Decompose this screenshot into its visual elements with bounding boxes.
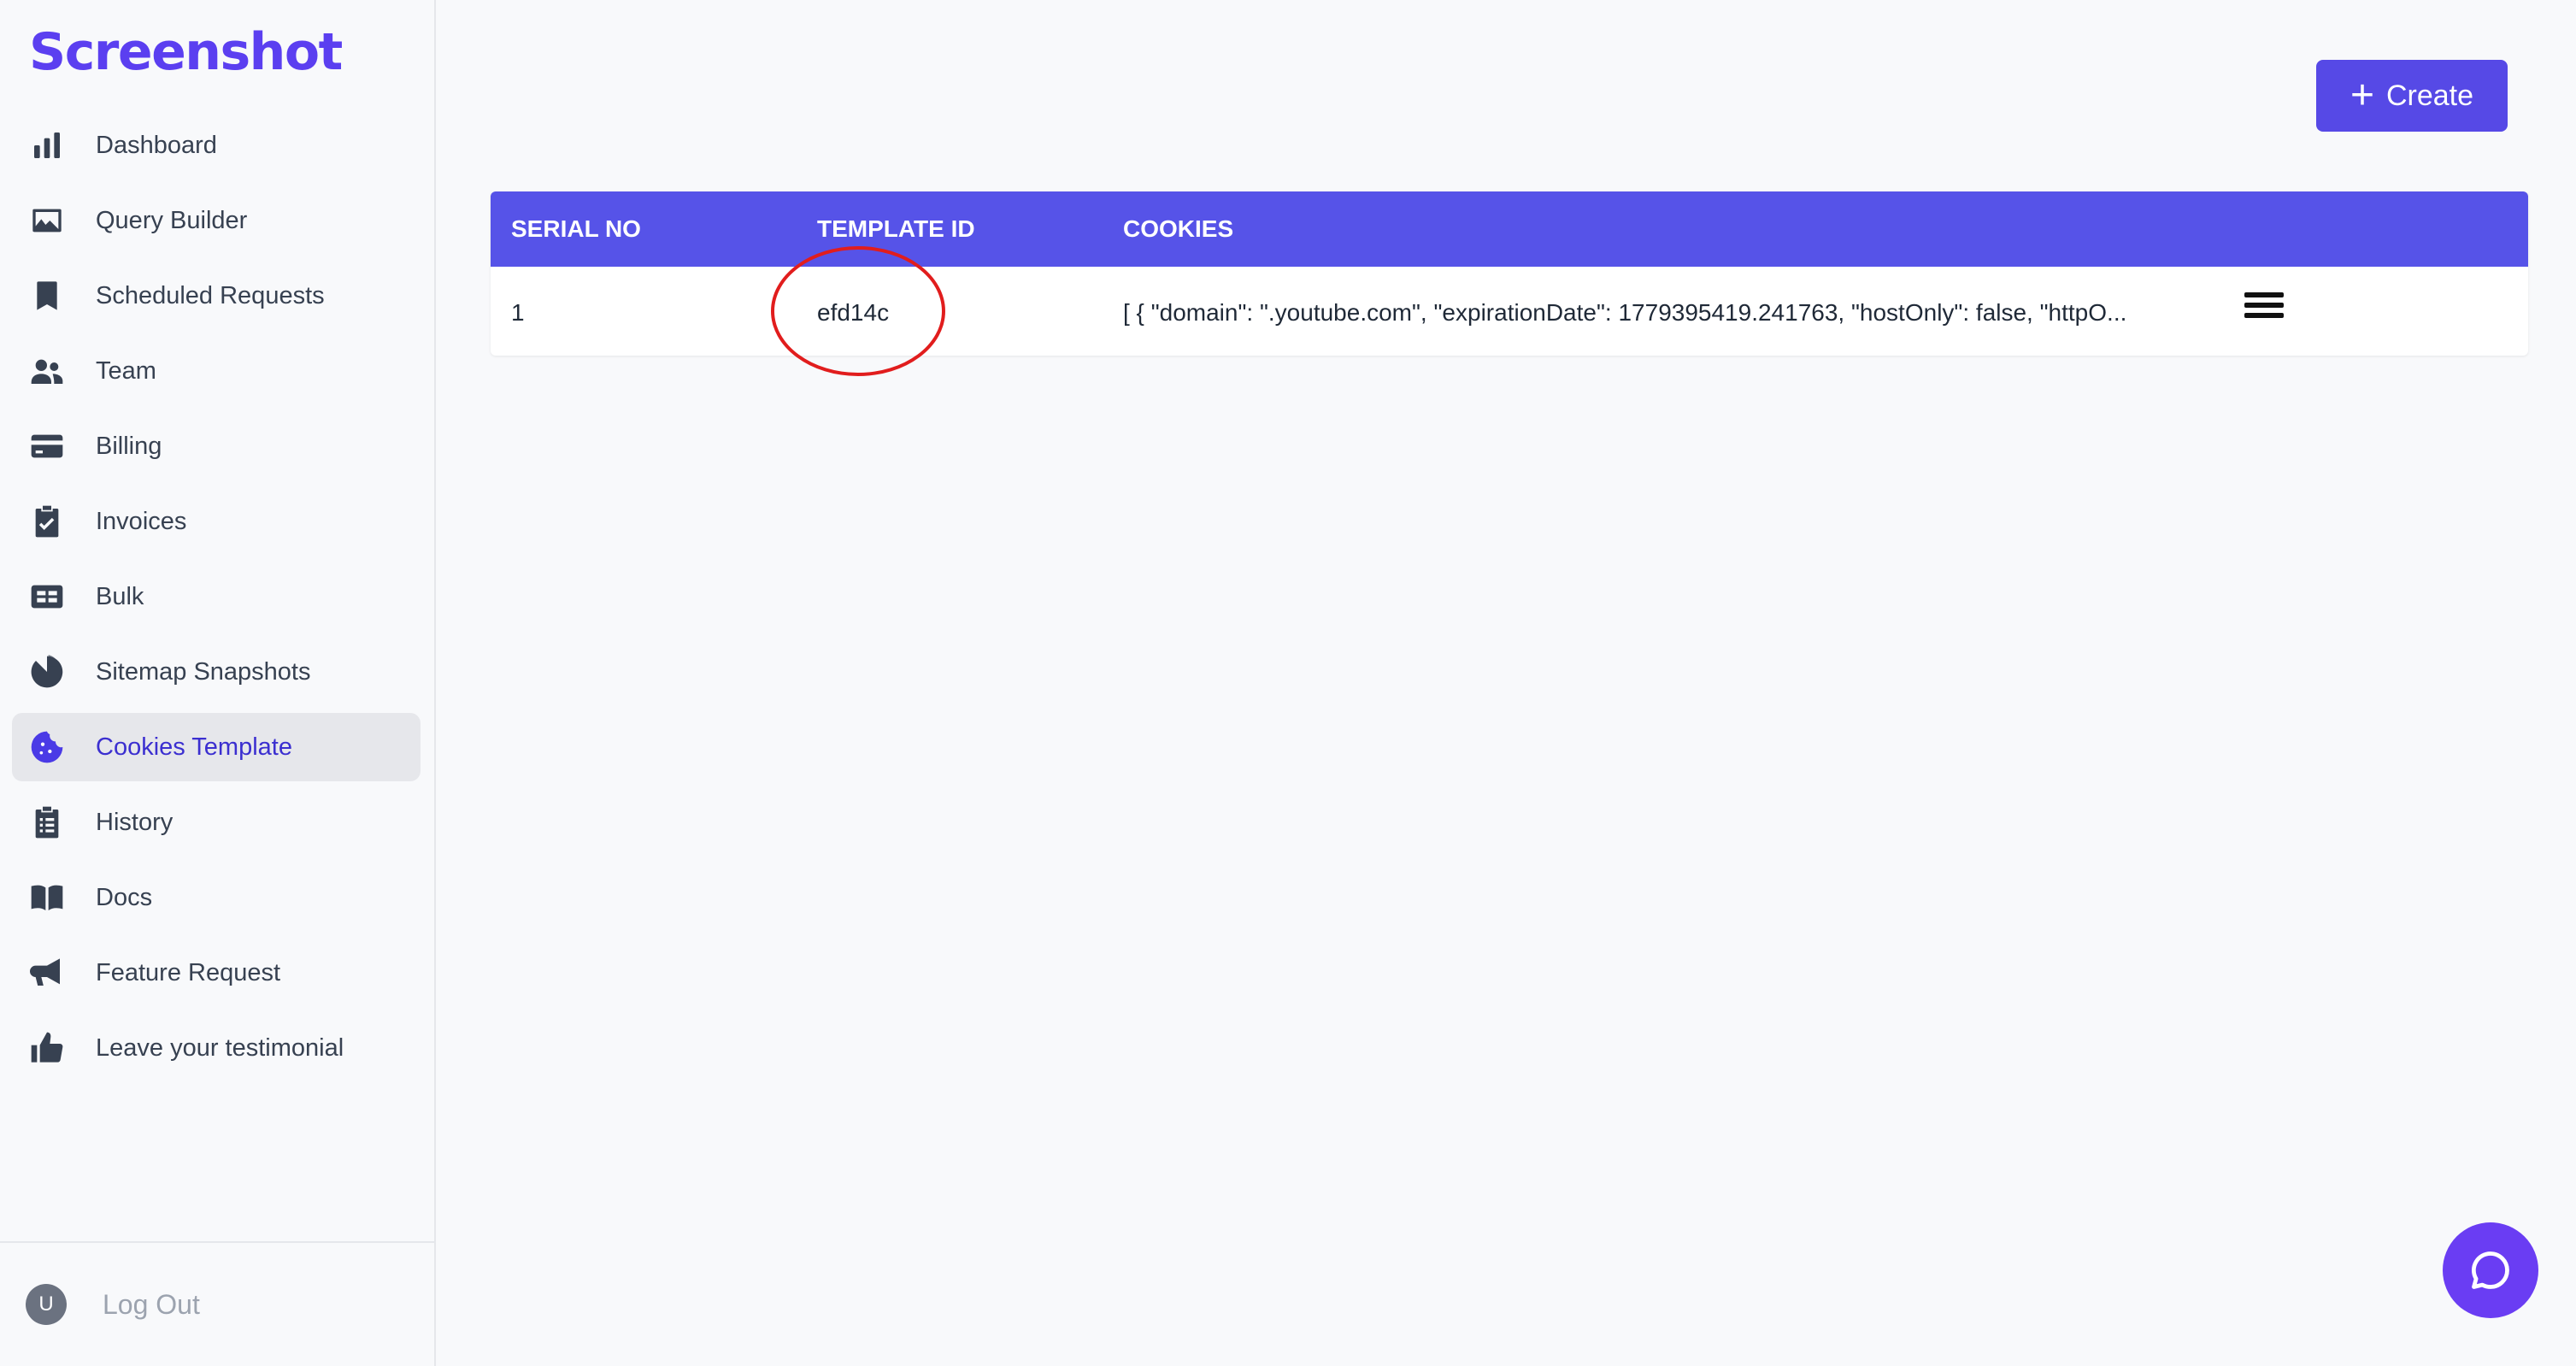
cookie-icon: [29, 729, 65, 765]
sidebar-item-scheduled-requests[interactable]: Scheduled Requests: [12, 262, 421, 330]
sidebar-item-query-builder[interactable]: Query Builder: [12, 186, 421, 255]
sidebar-item-bulk[interactable]: Bulk: [12, 562, 421, 631]
cell-template-id: efd14c: [817, 299, 890, 326]
users-icon: [29, 353, 65, 389]
pie-icon: [29, 654, 65, 690]
plus-icon: +: [2350, 73, 2374, 118]
chat-button[interactable]: [2443, 1222, 2538, 1318]
row-menu-icon[interactable]: [2244, 292, 2284, 327]
column-header-template-id: TEMPLATE ID: [817, 215, 975, 242]
clipboard-list-icon: [29, 804, 65, 840]
sidebar-item-leave-testimonial[interactable]: Leave your testimonial: [12, 1014, 421, 1082]
table-row[interactable]: 1 efd14c [ { "domain": ".youtube.com", "…: [491, 267, 2528, 356]
sidebar-item-label: Billing: [96, 432, 162, 460]
app-logo[interactable]: Screenshot: [29, 22, 343, 82]
sidebar-item-label: Dashboard: [96, 131, 217, 159]
sidebar-item-invoices[interactable]: Invoices: [12, 487, 421, 556]
sidebar-item-sitemap-snapshots[interactable]: Sitemap Snapshots: [12, 638, 421, 706]
logout-label: Log Out: [103, 1288, 200, 1320]
logout-button[interactable]: U Log Out: [26, 1284, 200, 1325]
megaphone-icon: [29, 955, 65, 991]
sidebar-item-label: Leave your testimonial: [96, 1033, 344, 1062]
image-icon: [29, 203, 65, 238]
sidebar: Screenshot Dashboard Query Builder Sched…: [0, 0, 436, 1366]
sidebar-item-feature-request[interactable]: Feature Request: [12, 939, 421, 1007]
sidebar-footer: U Log Out: [0, 1241, 434, 1366]
book-icon: [29, 880, 65, 916]
sidebar-item-label: Invoices: [96, 507, 187, 535]
cookies-template-table: SERIAL NO TEMPLATE ID COOKIES 1 efd14c […: [491, 191, 2528, 356]
create-label: Create: [2385, 79, 2474, 112]
sidebar-item-label: Cookies Template: [96, 733, 292, 761]
sidebar-item-billing[interactable]: Billing: [12, 412, 421, 480]
sidebar-item-label: Docs: [96, 883, 153, 911]
sidebar-item-label: Team: [96, 356, 156, 385]
chat-bubble-icon: [2471, 1251, 2509, 1289]
cell-serial-no: 1: [511, 299, 525, 326]
cell-cookies: [ { "domain": ".youtube.com", "expiratio…: [1123, 299, 2127, 326]
sidebar-item-dashboard[interactable]: Dashboard: [12, 111, 421, 180]
sidebar-item-label: History: [96, 808, 173, 836]
sidebar-item-label: Bulk: [96, 582, 144, 610]
avatar: U: [26, 1284, 67, 1325]
sidebar-item-label: Sitemap Snapshots: [96, 657, 311, 686]
sidebar-item-label: Scheduled Requests: [96, 281, 325, 309]
create-button[interactable]: + Create: [2316, 60, 2508, 132]
column-header-cookies: COOKIES: [1123, 215, 1234, 242]
credit-card-icon: [29, 428, 65, 464]
bar-chart-icon: [29, 127, 65, 163]
clipboard-check-icon: [29, 503, 65, 539]
sidebar-item-docs[interactable]: Docs: [12, 863, 421, 932]
sidebar-item-label: Feature Request: [96, 958, 281, 986]
sidebar-item-team[interactable]: Team: [12, 337, 421, 405]
thumbs-up-icon: [29, 1030, 65, 1066]
sidebar-item-history[interactable]: History: [12, 788, 421, 857]
sidebar-nav: Dashboard Query Builder Scheduled Reques…: [12, 111, 421, 1089]
sidebar-item-cookies-template[interactable]: Cookies Template: [12, 713, 421, 781]
sidebar-item-label: Query Builder: [96, 206, 248, 234]
table-header: SERIAL NO TEMPLATE ID COOKIES: [491, 191, 2528, 267]
table-icon: [29, 579, 65, 615]
bookmark-icon: [29, 278, 65, 314]
column-header-serial-no: SERIAL NO: [511, 215, 641, 242]
